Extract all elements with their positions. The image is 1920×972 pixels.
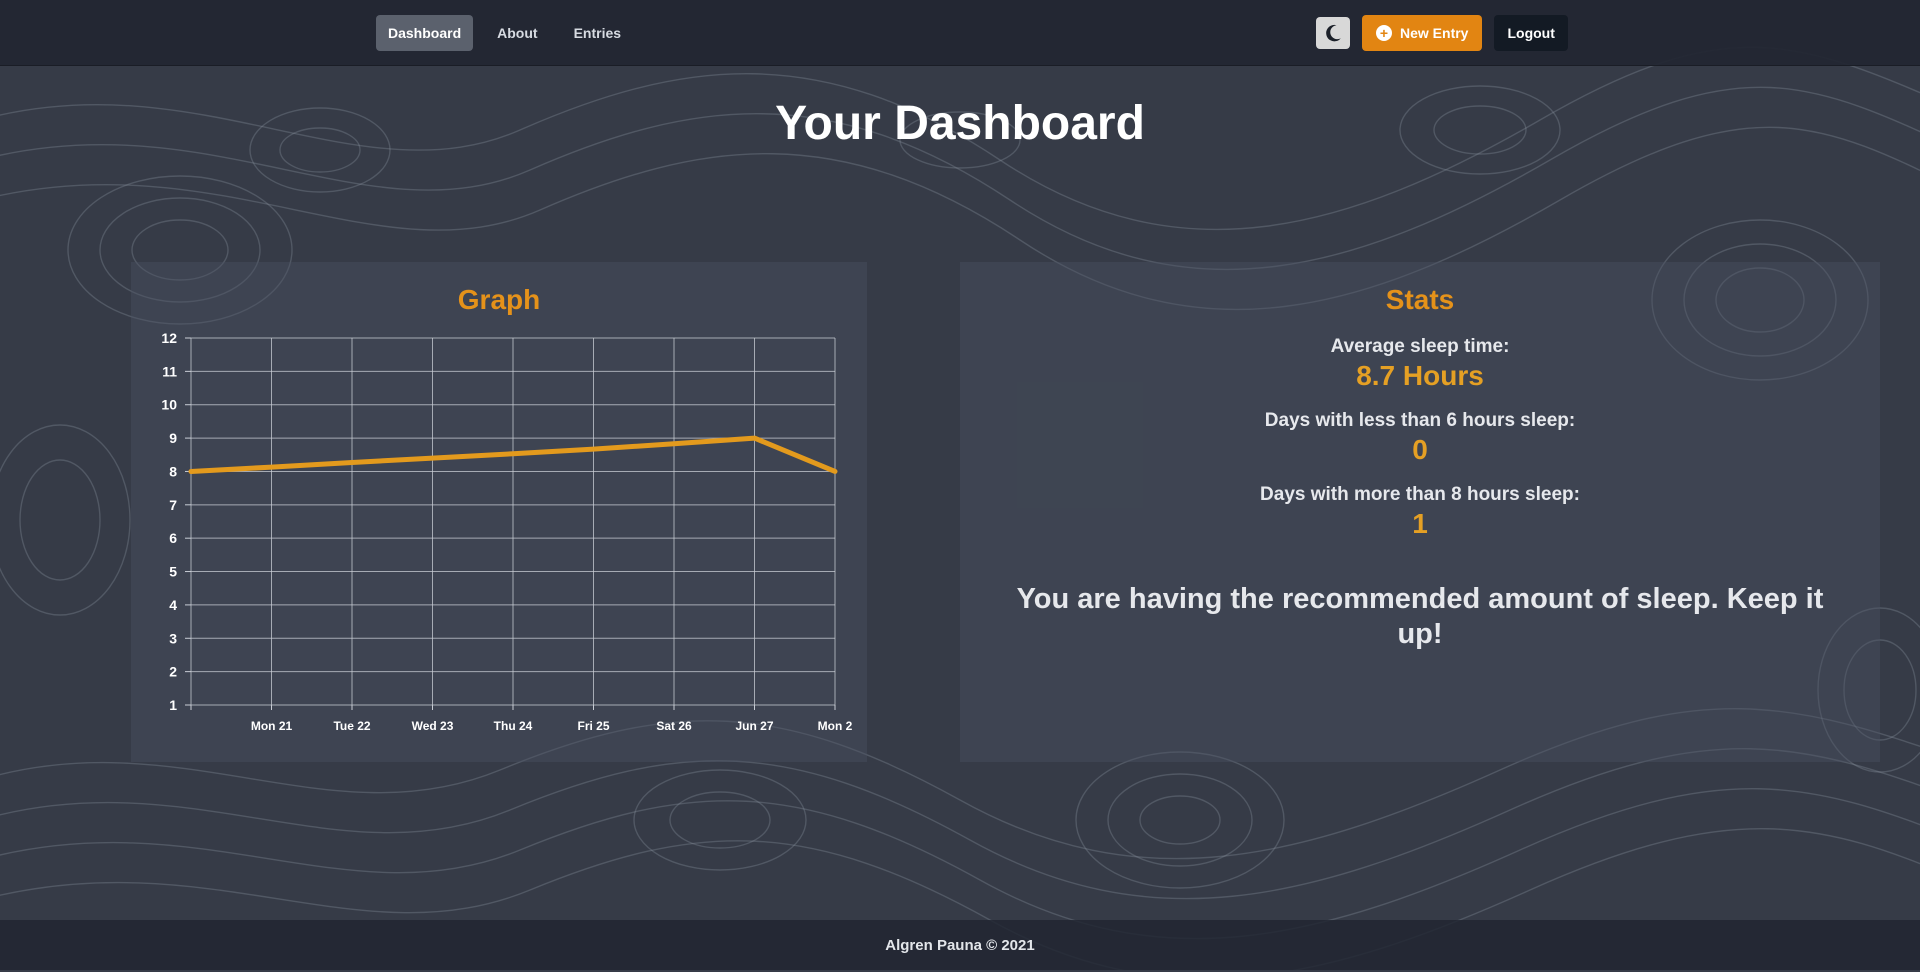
new-entry-button[interactable]: + New Entry [1362, 15, 1483, 51]
y-tick-label: 9 [169, 430, 177, 446]
nav-actions: + New Entry Logout [1316, 15, 1568, 51]
y-tick-label: 12 [161, 330, 177, 346]
nav-link-dashboard[interactable]: Dashboard [376, 15, 474, 51]
x-tick-label: Mon 2 [818, 719, 853, 733]
stat-label: Days with more than 8 hours sleep: [1260, 484, 1580, 505]
y-tick-label: 5 [169, 564, 177, 580]
x-tick-label: Wed 23 [412, 719, 454, 733]
nav-link-about[interactable]: About [485, 15, 549, 51]
y-tick-label: 11 [162, 363, 177, 379]
graph-panel: Graph 1 2 3 4 5 6 7 8 9 10 11 12 Mon 21 Tue 22 Wed 23 T… [131, 262, 867, 762]
y-tick-label: 4 [169, 597, 177, 613]
theme-toggle-button[interactable] [1316, 17, 1350, 49]
x-tick-label: Tue 22 [333, 719, 370, 733]
stat-less-than-6: Days with less than 6 hours sleep: 0 [960, 410, 1880, 466]
page-title: Your Dashboard [775, 97, 1145, 150]
x-tick-label: Jun 27 [735, 719, 773, 733]
stat-label: Average sleep time: [1330, 336, 1510, 357]
stat-label: Days with less than 6 hours sleep: [1264, 410, 1576, 431]
logout-button[interactable]: Logout [1494, 15, 1568, 51]
y-tick-label: 10 [161, 397, 177, 413]
y-tick-label: 7 [169, 497, 177, 513]
stat-value: 1 [1412, 508, 1428, 539]
new-entry-label: New Entry [1400, 25, 1469, 41]
nav-links: Dashboard About Entries [376, 15, 633, 51]
x-tick-label: Fri 25 [577, 719, 609, 733]
moon-icon [1326, 24, 1341, 42]
y-tick-label: 3 [169, 630, 177, 646]
nav-link-entries[interactable]: Entries [562, 15, 633, 51]
y-tick-label: 1 [169, 697, 177, 713]
stats-title: Stats [1385, 284, 1455, 315]
stat-value: 8.7 Hours [1356, 360, 1484, 391]
plus-circle-icon: + [1376, 25, 1392, 41]
stat-value: 0 [1412, 434, 1428, 465]
y-tick-label: 6 [169, 530, 177, 546]
stat-average-sleep: Average sleep time: 8.7 Hours [960, 336, 1880, 392]
y-tick-label: 2 [169, 664, 177, 680]
x-tick-label: Mon 21 [251, 719, 293, 733]
stats-panel: Stats Average sleep time: 8.7 Hours Days… [960, 262, 1880, 762]
x-tick-label: Thu 24 [494, 719, 533, 733]
footer: Algren Pauna © 2021 [0, 920, 1920, 970]
y-tick-label: 8 [169, 463, 177, 479]
sleep-message: You are having the recommended amount of… [1016, 583, 1824, 650]
navbar: Dashboard About Entries + New Entry Logo… [0, 0, 1920, 66]
sleep-line-chart: 123456789101112Mon 21 Tue 22 Wed 23 Thu 24 F… [161, 330, 853, 733]
stat-more-than-8: Days with more than 8 hours sleep: 1 [960, 484, 1880, 540]
x-tick-label: Sat 26 [656, 719, 692, 733]
